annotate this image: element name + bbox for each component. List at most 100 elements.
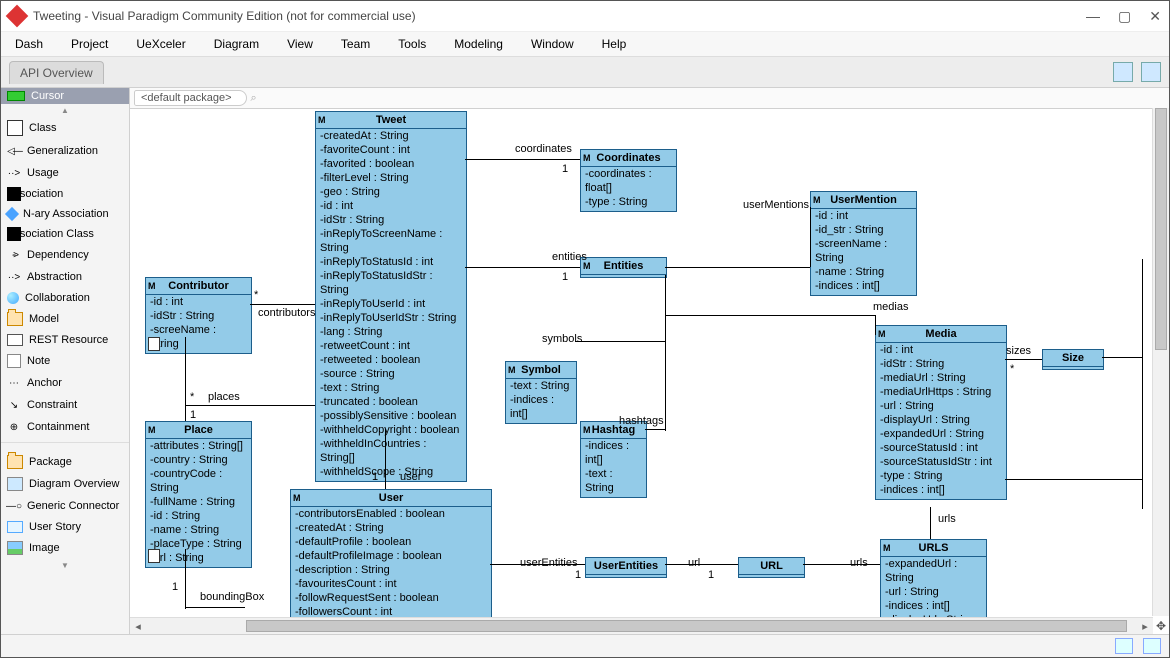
palette-collaboration[interactable]: Collaboration: [1, 288, 129, 308]
menu-window[interactable]: Window: [531, 37, 574, 51]
label-urls_media: urls: [938, 513, 956, 525]
menu-view[interactable]: View: [287, 37, 313, 51]
association-line[interactable]: [665, 564, 738, 565]
breadcrumb-bar: <default package> ⌕: [130, 88, 1169, 109]
menu-diagram[interactable]: Diagram: [214, 37, 259, 51]
note-icon: [7, 354, 21, 368]
toolbar: API Overview: [1, 57, 1169, 88]
class-media[interactable]: Mediaid : intidStr : StringmediaUrl : St…: [875, 325, 1007, 500]
palette-image[interactable]: Image: [1, 537, 129, 559]
menu-project[interactable]: Project: [71, 37, 108, 51]
menu-team[interactable]: Team: [341, 37, 370, 51]
association-line[interactable]: [465, 267, 580, 268]
palette-user-story[interactable]: User Story: [1, 517, 129, 537]
palette-n-ary-association[interactable]: N-ary Association: [1, 204, 129, 224]
association-line[interactable]: [185, 337, 186, 421]
palette-generic-connector[interactable]: Generic Connector: [1, 495, 129, 517]
palette-collapse-up[interactable]: [1, 104, 129, 116]
class-symbol[interactable]: Symboltext : Stringindices : int[]: [505, 361, 577, 424]
palette-abstraction[interactable]: Abstraction: [1, 266, 129, 288]
palette-association[interactable]: Association: [1, 184, 129, 204]
diagram-canvas[interactable]: TweetcreatedAt : StringfavoriteCount : i…: [130, 109, 1169, 634]
class-usermention[interactable]: UserMentionid : intid_str : Stringscreen…: [810, 191, 917, 296]
user-story-icon: [7, 521, 23, 533]
association-line[interactable]: [250, 304, 315, 305]
palette-anchor[interactable]: Anchor: [1, 372, 129, 394]
toolbar-icon-2[interactable]: [1141, 62, 1161, 82]
title-bar: Tweeting - Visual Paradigm Community Edi…: [1, 1, 1169, 32]
association-line[interactable]: [810, 207, 811, 267]
note-icon: [148, 337, 160, 351]
association-line[interactable]: [930, 507, 931, 539]
horizontal-scrollbar[interactable]: ◂▸: [130, 617, 1153, 634]
palette-diagram-overview[interactable]: Diagram Overview: [1, 473, 129, 495]
toolbar-icon-1[interactable]: [1113, 62, 1133, 82]
class-userentities[interactable]: UserEntities: [585, 557, 667, 578]
tab-api-overview[interactable]: API Overview: [9, 61, 104, 84]
menu-help[interactable]: Help: [602, 37, 627, 51]
label-one: 1: [172, 581, 178, 593]
association-line[interactable]: [575, 341, 665, 342]
palette-constraint[interactable]: Constraint: [1, 394, 129, 416]
label-boundingBox: boundingBox: [200, 591, 264, 603]
tool-palette: Cursor ClassGeneralizationUsageAssociati…: [1, 88, 130, 634]
class-hashtag[interactable]: Hashtagindices : int[]text : String: [580, 421, 647, 498]
generic-connector-icon: [7, 499, 21, 513]
palette-containment[interactable]: Containment: [1, 416, 129, 438]
pan-icon[interactable]: ✥: [1153, 618, 1169, 634]
association-line[interactable]: [465, 159, 580, 160]
association-line[interactable]: [185, 549, 186, 609]
association-line[interactable]: [1142, 259, 1143, 509]
maximize-button[interactable]: ▢: [1118, 8, 1131, 25]
model-icon: [7, 312, 23, 326]
class-entities[interactable]: Entities: [580, 257, 667, 278]
vertical-scrollbar[interactable]: [1152, 108, 1169, 616]
palette-package[interactable]: Package: [1, 451, 129, 473]
palette-cursor[interactable]: Cursor: [1, 88, 129, 104]
label-one: 1: [562, 271, 568, 283]
association-line[interactable]: [665, 267, 810, 268]
palette-model[interactable]: Model: [1, 308, 129, 330]
search-icon[interactable]: ⌕: [251, 92, 257, 105]
menu-modeling[interactable]: Modeling: [454, 37, 503, 51]
class-coordinates[interactable]: Coordinatescoordinates : float[]type : S…: [580, 149, 677, 212]
menu-uexceler[interactable]: UeXceler: [136, 37, 185, 51]
status-icon-mail[interactable]: [1115, 638, 1133, 654]
association-line[interactable]: [1005, 479, 1142, 480]
label-contributors: contributors: [258, 307, 315, 319]
menu-tools[interactable]: Tools: [398, 37, 426, 51]
palette-generalization[interactable]: Generalization: [1, 140, 129, 162]
association-line[interactable]: [645, 429, 665, 430]
association-line[interactable]: [1102, 357, 1142, 358]
palette-dependency[interactable]: Dependency: [1, 244, 129, 266]
constraint-icon: [7, 398, 21, 412]
status-icon-note[interactable]: [1143, 638, 1161, 654]
menu-dash[interactable]: Dash: [15, 37, 43, 51]
palette-rest-resource[interactable]: REST Resource: [1, 330, 129, 350]
palette-collapse-down[interactable]: [1, 559, 129, 571]
association-line[interactable]: [665, 275, 666, 315]
association-line[interactable]: [803, 564, 880, 565]
label-places: places: [208, 391, 240, 403]
class-contributor[interactable]: Contributorid : intidStr : StringscreeNa…: [145, 277, 252, 354]
association-line[interactable]: [185, 405, 315, 406]
anchor-icon: [7, 376, 21, 390]
association-line[interactable]: [875, 315, 876, 335]
palette-association-class[interactable]: Association Class: [1, 224, 129, 244]
class-size[interactable]: Size: [1042, 349, 1104, 370]
association-line[interactable]: [665, 315, 875, 316]
association-line[interactable]: [385, 429, 386, 489]
palette-note[interactable]: Note: [1, 350, 129, 372]
class-place[interactable]: Placeattributes : String[]country : Stri…: [145, 421, 252, 568]
close-button[interactable]: ✕: [1149, 8, 1161, 25]
association-line[interactable]: [1005, 359, 1042, 360]
class-url[interactable]: URL: [738, 557, 805, 578]
palette-usage[interactable]: Usage: [1, 162, 129, 184]
minimize-button[interactable]: —: [1086, 8, 1100, 25]
association-line[interactable]: [185, 607, 245, 608]
breadcrumb-package[interactable]: <default package>: [134, 90, 247, 106]
class-user[interactable]: UsercontributorsEnabled : booleancreated…: [290, 489, 492, 622]
class-tweet[interactable]: TweetcreatedAt : StringfavoriteCount : i…: [315, 111, 467, 482]
palette-class[interactable]: Class: [1, 116, 129, 140]
image-icon: [7, 541, 23, 555]
